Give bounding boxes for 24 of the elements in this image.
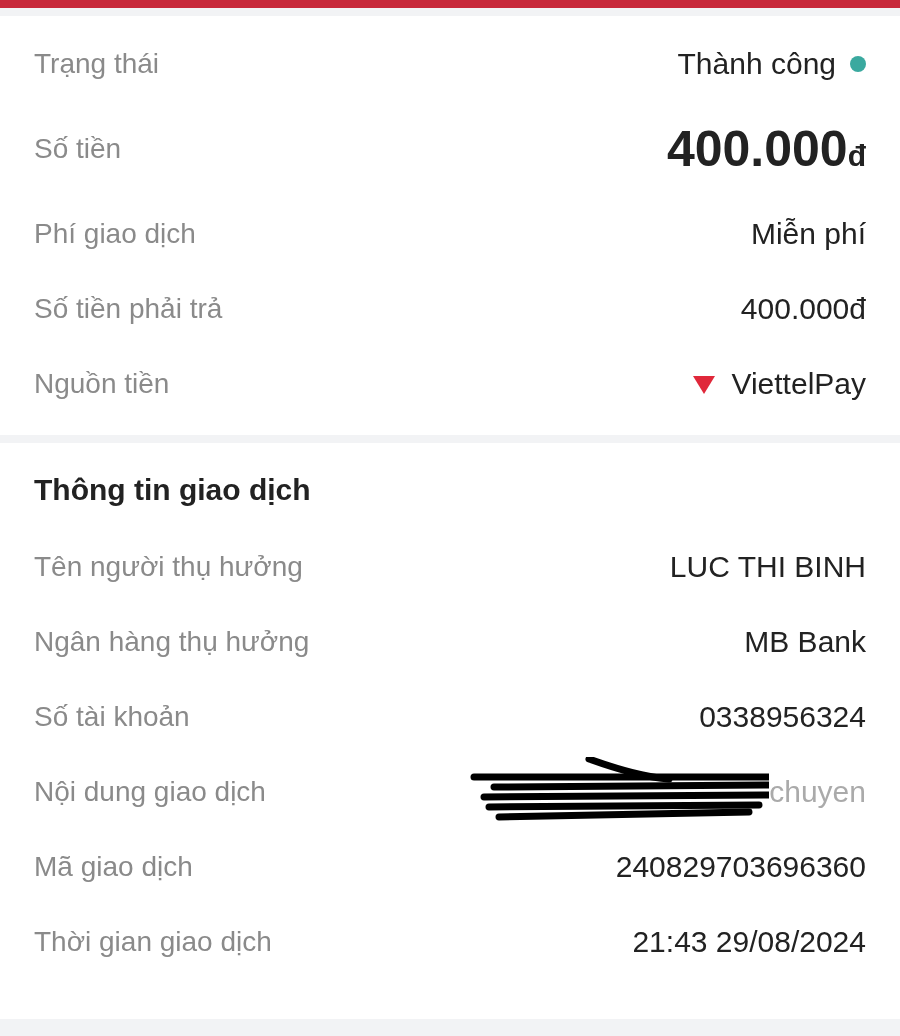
- detail-value: MB Bank: [744, 624, 866, 659]
- field-label: Nội dung giao dịch: [34, 775, 266, 808]
- status-value: Thành công: [677, 46, 836, 81]
- field-label: Nguồn tiền: [34, 367, 170, 400]
- detail-value: Miễn phí: [750, 216, 866, 251]
- message-value: chuyen: [769, 774, 866, 809]
- field-label: Số tiền phải trả: [34, 292, 223, 325]
- detail-value: 0338956324: [699, 699, 866, 734]
- field-label: Thời gian giao dịch: [34, 925, 272, 958]
- field-label: Số tài khoản: [34, 700, 190, 733]
- detail-value: 240829703696360: [615, 849, 866, 884]
- source-value: ViettelPay: [731, 366, 866, 401]
- field-label: Tên người thụ hưởng: [34, 550, 303, 583]
- field-label: Mã giao dịch: [34, 850, 193, 883]
- field-label: Phí giao dịch: [34, 217, 196, 250]
- amount-value: 400.000: [666, 119, 848, 178]
- currency-unit: đ: [847, 138, 866, 173]
- field-label: Số tiền: [34, 132, 122, 165]
- field-label: Ngân hàng thụ hưởng: [34, 625, 310, 658]
- field-label: Trạng thái: [34, 47, 160, 80]
- detail-value: LUC THI BINH: [669, 549, 866, 584]
- detail-value: 21:43 29/08/2024: [632, 924, 866, 959]
- section-title: Thông tin giao dịch: [33, 472, 312, 508]
- detail-value: 400.000đ: [740, 291, 866, 326]
